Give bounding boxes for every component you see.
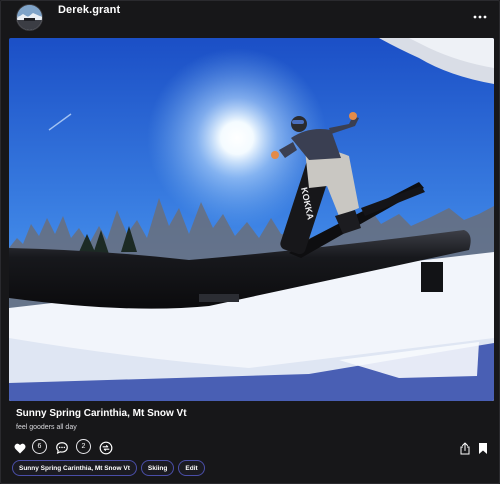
speech-bubble-icon[interactable]: [54, 439, 70, 457]
comments-count[interactable]: 2: [76, 439, 91, 454]
post-header: Derek.grant: [0, 0, 500, 36]
more-horizontal-icon[interactable]: [472, 13, 488, 21]
post-photo[interactable]: KOKKA: [9, 38, 494, 401]
action-bar: 6 2: [12, 439, 492, 457]
tag-list: Sunny Spring Carinthia, Mt Snow Vt Skiin…: [12, 460, 205, 476]
heart-icon[interactable]: [12, 439, 28, 457]
username[interactable]: Derek.grant: [58, 4, 120, 16]
post-title: Sunny Spring Carinthia, Mt Snow Vt: [16, 408, 187, 419]
edit-button[interactable]: Edit: [178, 460, 205, 476]
likes-count[interactable]: 6: [32, 439, 47, 454]
bookmark-icon[interactable]: [475, 439, 491, 457]
repost-icon[interactable]: [98, 439, 114, 457]
tag-location[interactable]: Sunny Spring Carinthia, Mt Snow Vt: [12, 460, 137, 476]
avatar[interactable]: [16, 4, 43, 31]
post-caption: feel gooders all day: [16, 424, 77, 431]
tag-skiing[interactable]: Skiing: [140, 460, 175, 476]
share-icon[interactable]: [457, 439, 473, 457]
